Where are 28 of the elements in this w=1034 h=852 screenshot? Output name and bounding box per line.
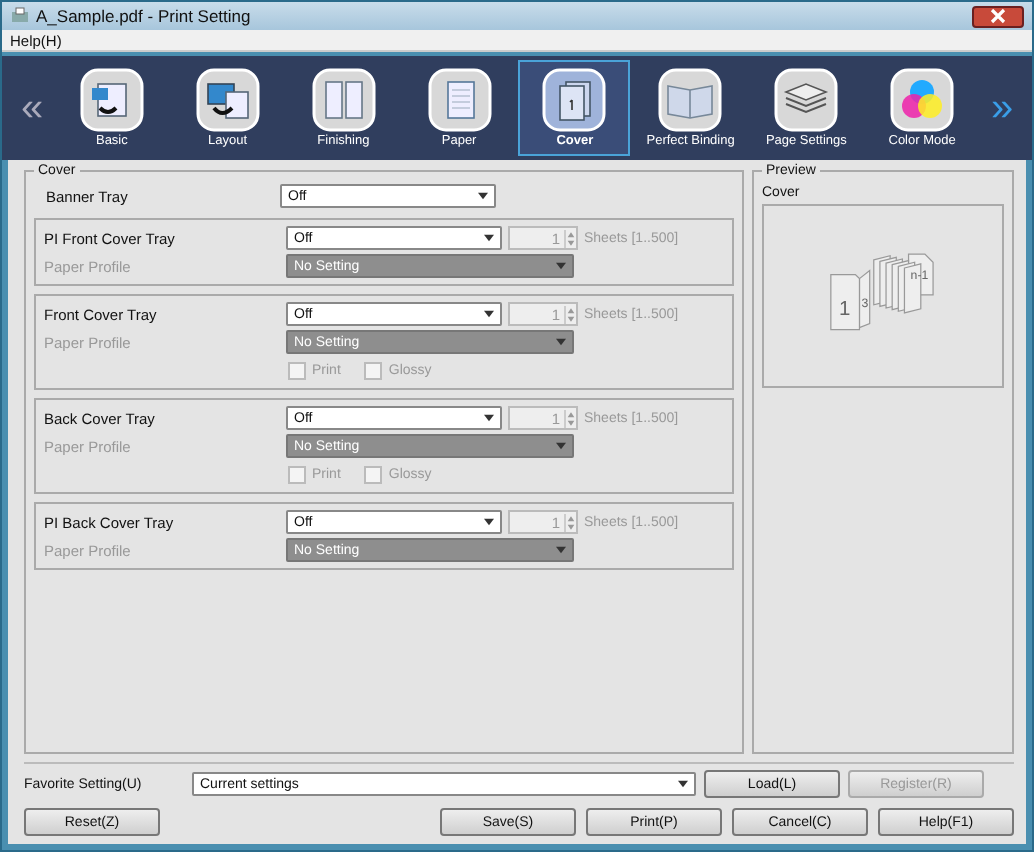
tab-icon — [311, 68, 376, 132]
caret-icon — [556, 262, 566, 270]
printer-icon — [10, 6, 30, 26]
tab-icon — [890, 68, 955, 132]
window-title: A_Sample.pdf - Print Setting — [36, 6, 251, 26]
caret-icon — [484, 234, 494, 242]
tab-icon — [427, 68, 492, 132]
close-icon — [988, 8, 1008, 24]
caret-icon — [484, 310, 494, 318]
caret-icon — [556, 442, 566, 450]
tab-icon — [658, 68, 723, 132]
spin-arrows-icon — [564, 229, 576, 247]
tab-icon — [79, 68, 144, 132]
tab-icon — [542, 68, 607, 132]
spin-arrows-icon — [564, 305, 576, 323]
spin-arrows-icon — [564, 513, 576, 531]
caret-icon — [678, 780, 688, 788]
close-button[interactable] — [972, 5, 1024, 27]
tab-icon — [774, 68, 839, 132]
caret-icon — [478, 192, 488, 200]
spin-arrows-icon — [564, 409, 576, 427]
caret-icon — [556, 546, 566, 554]
scroll-right-button[interactable]: » — [980, 88, 1024, 128]
tab-icon — [195, 68, 260, 132]
caret-icon — [556, 338, 566, 346]
caret-icon — [484, 518, 494, 526]
scroll-left-button[interactable]: « — [10, 88, 54, 128]
caret-icon — [484, 414, 494, 422]
